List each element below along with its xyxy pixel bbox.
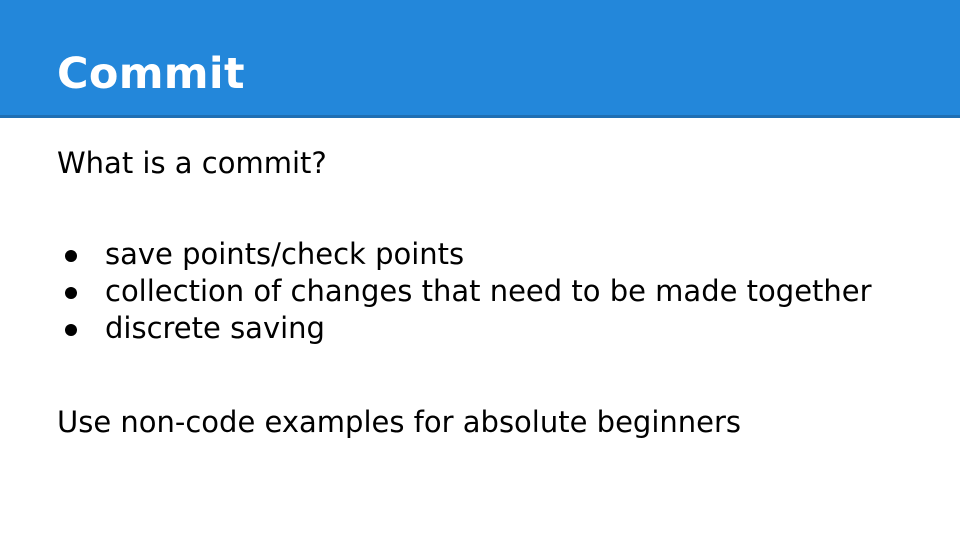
bullet-text: collection of changes that need to be ma… (105, 274, 872, 308)
bullet-text: discrete saving (105, 311, 325, 345)
intro-question: What is a commit? (57, 146, 327, 180)
slide-title: Commit (57, 49, 245, 99)
bullet-icon (65, 324, 77, 336)
bullet-icon (65, 250, 77, 262)
bullet-icon (65, 287, 77, 299)
slide: Commit What is a commit? save points/che… (0, 0, 960, 540)
title-bar: Commit (0, 0, 960, 118)
bullet-text: save points/check points (105, 237, 465, 271)
closing-note: Use non-code examples for absolute begin… (57, 405, 742, 439)
